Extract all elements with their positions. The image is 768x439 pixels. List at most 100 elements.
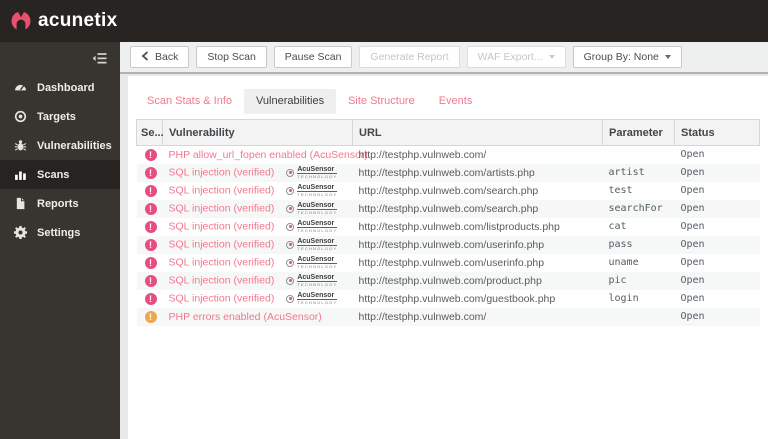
acusensor-badge-title: AcuSensor: [297, 184, 338, 193]
acusensor-logo-icon: [286, 168, 295, 177]
acunetix-logo[interactable]: acunetix: [10, 10, 118, 32]
acusensor-logo-dot: [288, 207, 292, 210]
sidebar-item-reports[interactable]: Reports: [0, 189, 120, 218]
scan-toolbar: Back Stop Scan Pause Scan Generate Report WA…: [120, 42, 768, 74]
back-button[interactable]: Back: [130, 46, 190, 68]
tab-vulnerabilities[interactable]: Vulnerabilities: [244, 89, 337, 114]
status-cell: Open: [680, 185, 705, 196]
tab-scan-stats-info[interactable]: Scan Stats & Info: [135, 89, 244, 114]
table-row[interactable]: ! SQL injection (verified) AcuSensor TECHNO…: [136, 235, 760, 254]
column-header-se[interactable]: Se...: [136, 119, 164, 146]
vulnerability-link[interactable]: SQL injection (verified): [169, 202, 275, 214]
acusensor-logo-dot: [288, 279, 292, 282]
vulnerability-cell: SQL injection (verified) AcuSensor TECHNOL…: [163, 164, 353, 182]
parameter-cell: cat: [608, 221, 627, 232]
vulnerability-link[interactable]: SQL injection (verified): [169, 256, 275, 268]
table-row[interactable]: ! SQL injection (verified) AcuSensor TECHNO…: [137, 254, 760, 272]
acusensor-badge: AcuSensor TECHNOLOGY: [286, 166, 338, 180]
vulnerability-link[interactable]: SQL injection (verified): [169, 184, 275, 196]
vulnerability-link[interactable]: SQL injection (verified): [169, 220, 275, 232]
reports-icon: [14, 197, 27, 210]
table-row[interactable]: ! SQL injection (verified) AcuSensor TECHNO…: [136, 271, 760, 290]
acusensor-badge-title: AcuSensor: [297, 166, 338, 175]
severity-cell: !: [137, 218, 163, 236]
severity-high-icon: !: [144, 202, 157, 215]
tab-site-structure[interactable]: Site Structure: [336, 89, 427, 114]
table-row[interactable]: ! PHP allow_url_fopen enabled (AcuSensor)…: [137, 146, 760, 164]
column-header-parameter[interactable]: Parameter: [602, 119, 675, 146]
table-row[interactable]: ! SQL injection (verified) AcuSensor TECHNO…: [137, 290, 760, 308]
severity-high-icon: !: [144, 274, 157, 287]
group-by-none-button[interactable]: Group By: None: [572, 46, 682, 68]
stop-scan-button[interactable]: Stop Scan: [196, 46, 267, 68]
severity-cell: !: [137, 182, 163, 200]
table-row[interactable]: ! SQL injection (verified) AcuSensor TECHNO…: [137, 182, 760, 200]
logo-text: acunetix: [38, 10, 118, 31]
vulnerability-cell: SQL injection (verified) AcuSensor TECHNOL…: [163, 272, 353, 290]
tab-events[interactable]: Events: [427, 89, 485, 114]
acusensor-badge-subtitle: TECHNOLOGY: [297, 210, 338, 216]
acunetix-logo-icon: [10, 10, 32, 32]
parameter-cell: test: [608, 185, 633, 196]
vulnerability-link[interactable]: SQL injection (verified): [169, 292, 275, 304]
sidebar-item-targets[interactable]: Targets: [0, 102, 120, 131]
parameter-cell: [603, 308, 675, 326]
acusensor-badge-text: AcuSensor TECHNOLOGY: [297, 220, 338, 234]
table-row[interactable]: ! SQL injection (verified) AcuSensor TECHNO…: [136, 163, 760, 182]
acusensor-logo-icon: [286, 258, 295, 267]
column-header-status[interactable]: Status: [674, 119, 760, 146]
acusensor-logo-dot: [288, 189, 292, 192]
table-row[interactable]: ! PHP errors enabled (AcuSensor) http://te…: [136, 307, 760, 326]
acusensor-logo-dot: [288, 297, 292, 300]
status-cell: Open: [680, 257, 705, 268]
acusensor-badge-text: AcuSensor TECHNOLOGY: [297, 292, 338, 306]
column-header-url[interactable]: URL: [352, 119, 603, 146]
column-header-vulnerability[interactable]: Vulnerability: [162, 119, 353, 146]
acusensor-badge-text: AcuSensor TECHNOLOGY: [297, 274, 338, 288]
vulnerability-link[interactable]: SQL injection (verified): [169, 274, 275, 286]
vulnerability-cell: SQL injection (verified) AcuSensor TECHNOL…: [163, 182, 353, 200]
sidebar-item-scans[interactable]: Scans: [0, 160, 120, 189]
sidebar-item-vulnerabilities[interactable]: Vulnerabilities: [0, 131, 120, 160]
severity-cell: !: [137, 236, 163, 254]
sidebar-item-label: Settings: [37, 226, 81, 239]
parameter-cell: login: [608, 293, 639, 304]
vulnerability-link[interactable]: PHP allow_url_fopen enabled (AcuSensor): [169, 149, 368, 161]
severity-high-icon: !: [144, 292, 157, 305]
dashboard-icon: [14, 81, 27, 94]
vulnerability-link[interactable]: PHP errors enabled (AcuSensor): [169, 311, 322, 323]
generate-report-button[interactable]: Generate Report: [359, 46, 460, 68]
acusensor-badge: AcuSensor TECHNOLOGY: [286, 184, 338, 198]
acusensor-badge-title: AcuSensor: [297, 220, 338, 229]
table-row[interactable]: ! SQL injection (verified) AcuSensor TECHNO…: [137, 218, 760, 236]
severity-cell: !: [137, 308, 163, 326]
sidebar-item-label: Targets: [37, 110, 76, 123]
button-label: WAF Export...: [477, 51, 543, 63]
acusensor-logo-icon: [286, 240, 295, 249]
severity-medium-icon: !: [144, 310, 157, 323]
waf-export-button[interactable]: WAF Export...: [466, 46, 566, 68]
sidebar: Dashboard Targets Vulnerabilities Scans Repo…: [0, 42, 120, 439]
vulnerability-link[interactable]: SQL injection (verified): [169, 238, 275, 250]
button-label: Stop Scan: [207, 51, 256, 63]
parameter-cell: artist: [608, 167, 645, 178]
table-row[interactable]: ! SQL injection (verified) AcuSensor TECHNO…: [136, 199, 760, 218]
vulnerabilities-icon: [14, 139, 27, 152]
scan-detail-card: Scan Stats & Info Vulnerabilities Site Str…: [128, 76, 768, 439]
acusensor-badge-text: AcuSensor TECHNOLOGY: [297, 238, 338, 252]
pause-scan-button[interactable]: Pause Scan: [273, 46, 353, 68]
vulnerability-cell: PHP errors enabled (AcuSensor): [163, 308, 353, 326]
targets-icon: [14, 110, 27, 123]
acusensor-logo-icon: [286, 276, 295, 285]
vulnerability-link[interactable]: SQL injection (verified): [169, 166, 275, 178]
scans-icon: [14, 168, 27, 181]
sidebar-item-label: Reports: [37, 197, 79, 210]
parameter-cell: uname: [608, 257, 639, 268]
acusensor-logo-icon: [286, 222, 295, 231]
vulnerability-cell: SQL injection (verified) AcuSensor TECHNOL…: [163, 200, 353, 218]
sidebar-item-settings[interactable]: Settings: [0, 218, 120, 247]
status-cell: Open: [680, 149, 705, 161]
sidebar-item-dashboard[interactable]: Dashboard: [0, 73, 120, 102]
sidebar-collapse-button[interactable]: [92, 52, 108, 66]
acusensor-logo-dot: [288, 243, 292, 246]
